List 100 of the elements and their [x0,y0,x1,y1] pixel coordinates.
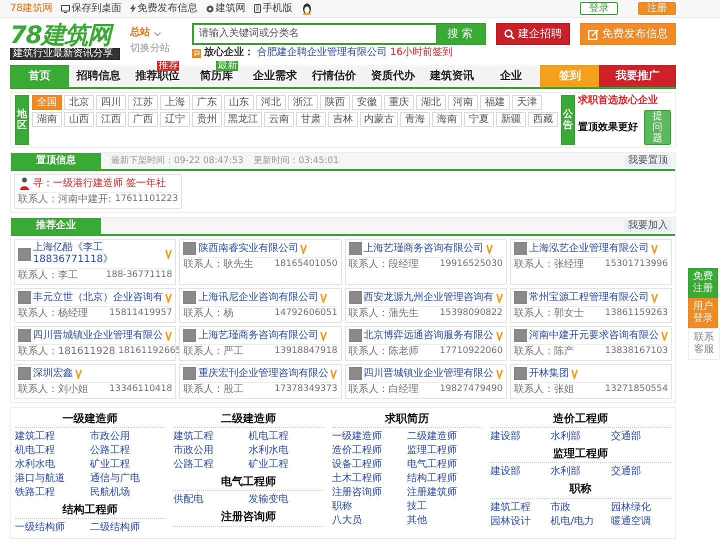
category-link[interactable]: 市政公用 [90,430,166,444]
company-card[interactable]: 四川晋城镇业企业管理有限公 联系人：181611928 18161192665 [14,326,176,361]
listing-title[interactable]: 寻：一级港行建造师 签一年社 [33,178,166,190]
region-item[interactable]: 北京 [64,95,94,110]
company-name-link[interactable]: 上海泓艺企业管理有限公司 [528,242,649,254]
category-link[interactable]: 暖通空调 [610,514,671,528]
chevron-down-icon[interactable] [154,32,161,37]
category-link[interactable]: 建筑工程 [173,430,249,444]
company-card[interactable]: 上海艺瑾商务咨询有限公司 联系人：段经理 19916525030 [344,239,507,285]
side-button[interactable]: 联系客服 [688,328,720,360]
category-link[interactable]: 铁路工程 [15,486,90,500]
site-logo[interactable]: 78建筑网 建筑行业最新资讯分享 [10,23,120,60]
company-name-link[interactable]: 上海讯尼企业咨询有限公司 [198,292,318,304]
recruit-button[interactable]: 建企招聘 [496,23,570,45]
category-link[interactable]: 机电/电力 [550,514,611,528]
company-card[interactable]: 陕西南睿实业有限公司 联系人：耿先生 18165401050 [179,239,342,285]
region-item[interactable]: 湖北 [416,95,446,110]
region-item[interactable]: 河南 [448,95,478,110]
company-name-link[interactable]: 丰元立世（北京）企业咨询有 [33,292,163,304]
category-link[interactable]: 监理工程师 [407,444,482,458]
company-name-link[interactable]: 上海亿酷《李工18836771118》 [33,242,164,266]
company-link[interactable]: 合肥建企聘企业管理有限公司 [257,47,387,59]
pin-button[interactable]: 我要置顶 [625,155,671,167]
category-link[interactable]: 建筑工程 [15,430,90,444]
company-name-link[interactable]: 北京博弈远通咨询服务有限公 [364,330,494,342]
company-card[interactable]: 北京博弈远通咨询服务有限公 联系人：陈老师 17710922060 [344,326,507,361]
company-name-link[interactable]: 常州宝源工程管理有限公司 [528,292,649,304]
category-link[interactable]: 园林绿化 [610,500,671,514]
region-item[interactable]: 浙江 [288,95,318,110]
category-link[interactable]: 二级结构师 [90,521,166,534]
region-item[interactable]: 河北 [256,95,286,110]
category-link[interactable]: 一级建造师 [332,430,408,444]
region-item[interactable]: 辽宁 [160,112,190,127]
notice-headline[interactable]: 求职首选放心企业 [578,95,671,107]
region-item[interactable]: 福建 [480,95,510,110]
company-card[interactable]: 丰元立世（北京）企业咨询有 联系人：杨经理 15811419957 [14,288,176,323]
category-link[interactable]: 交通部 [610,465,671,478]
company-name-link[interactable]: 河南中建开元要求咨询有限公 [528,330,659,342]
company-card[interactable]: 重庆宏刊企业管理咨询有限公 联系人：殷工 17378349373 [179,364,342,399]
company-name-link[interactable]: 上海艺瑾商务咨询有限公司 [364,242,484,254]
category-link[interactable]: 电气工程师 [407,458,482,472]
company-name-link[interactable]: 开林集团 [528,368,569,380]
category-link[interactable]: 市政公用 [173,444,249,458]
category-link[interactable]: 水利水电 [15,458,90,472]
category-link[interactable]: 市政 [550,500,611,514]
company-card[interactable]: 上海艺瑾商务咨询有限公司 联系人：严工 13918847918 [179,326,342,361]
region-item[interactable]: 上海 [160,95,190,110]
region-item[interactable]: 黑龙江 [224,112,262,127]
nav-tab[interactable]: 建筑资讯 [422,65,482,87]
company-name-link[interactable]: 陕西南睿实业有限公司 [198,242,298,254]
region-item[interactable]: 安徽 [352,95,382,110]
company-name-link[interactable]: 西安龙源九州企业管理咨询有 [364,292,494,304]
category-link[interactable]: 二级建造师 [407,430,482,444]
region-item[interactable]: 云南 [264,112,294,127]
category-link[interactable]: 公路工程 [90,444,166,458]
category-link[interactable]: 水利水电 [248,444,324,458]
company-card[interactable]: 四川晋城镇业企业管理有限公 联系人：白经理 19827479490 [344,364,507,399]
nav-tab[interactable]: 行情估价 [304,65,364,87]
region-item[interactable]: 贵州 [192,112,222,127]
category-link[interactable]: 供配电 [173,493,249,506]
region-item[interactable]: 天津 [512,95,542,110]
category-link[interactable]: 通信与广电 [90,472,166,486]
category-link[interactable]: 八大员 [332,514,408,528]
region-item[interactable]: 重庆 [384,95,414,110]
company-card[interactable]: 开林集团 联系人：张姐 13271850554 [510,364,672,399]
category-link[interactable]: 设备工程师 [332,458,408,472]
region-item[interactable]: 甘肃 [296,112,326,127]
region-item[interactable]: 西藏 [528,112,558,127]
company-name-link[interactable]: 四川晋城镇业企业管理有限公 [33,330,163,342]
region-item[interactable]: 内蒙古 [360,112,398,127]
region-item[interactable]: 陕西 [320,95,350,110]
category-link[interactable]: 注册咨询师 [332,486,408,500]
company-name-link[interactable]: 四川晋城镇业企业管理有限公 [364,368,494,380]
region-item[interactable]: 宁夏 [464,112,494,127]
category-link[interactable]: 港口与航道 [15,472,90,486]
nav-tab[interactable]: 我要推广 [599,65,676,87]
category-link[interactable]: 民航机场 [90,486,166,500]
company-card[interactable]: 常州宝源工程管理有限公司 联系人：郭女士 13861159263 [510,288,672,323]
region-item[interactable]: 山东 [224,95,254,110]
top-link[interactable]: 免费发布信息 [130,2,198,14]
category-link[interactable]: 公路工程 [173,458,249,472]
category-link[interactable]: 其他 [407,514,482,528]
top-link[interactable]: 建筑网 [206,2,246,14]
category-link[interactable]: 水利部 [550,430,611,444]
company-card[interactable]: 深圳宏鑫 联系人：刘小姐 13346110418 [14,364,176,399]
nav-tab[interactable]: 招聘信息 [68,65,128,87]
top-link[interactable]: 手机版 [254,2,293,14]
category-link[interactable]: 矿业工程 [248,458,324,472]
listing-card[interactable]: 寻：一级港行建造师 签一年社 联系人：河南中建开: 17611101223 [14,174,182,209]
region-item[interactable]: 青海 [400,112,430,127]
category-link[interactable]: 机电工程 [248,430,324,444]
category-link[interactable]: 结构工程师 [407,472,482,486]
notice-text[interactable]: 置顶效果更好 [578,122,638,134]
category-link[interactable]: 建设部 [490,430,551,444]
nav-tab[interactable]: 企业需求 [246,65,305,87]
company-name-link[interactable]: 重庆宏刊企业管理咨询有限公 [198,368,328,380]
region-item[interactable]: 江西 [96,112,126,127]
category-link[interactable]: 发输变电 [248,493,324,506]
penguin-icon[interactable] [300,2,313,14]
region-item[interactable]: 吉林 [328,112,358,127]
